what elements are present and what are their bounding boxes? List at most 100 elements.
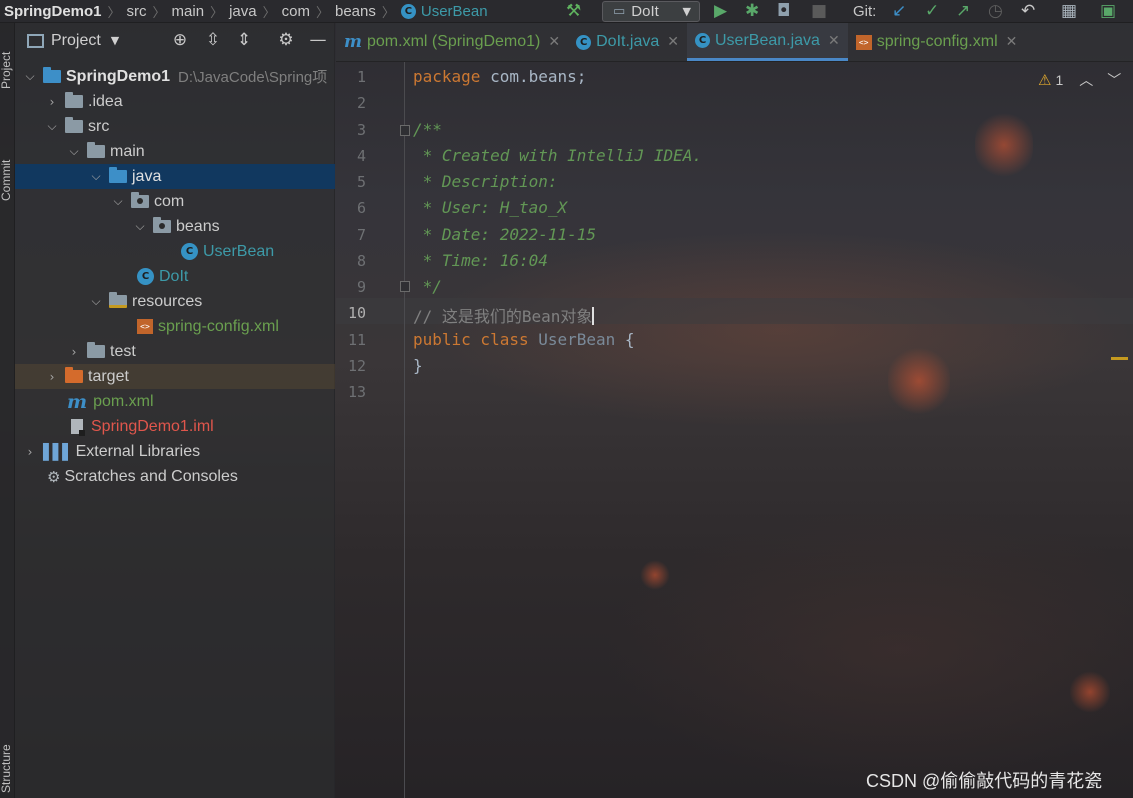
select-opened-file-icon[interactable]: ⊕ bbox=[169, 29, 191, 52]
tree-label: Scratches and Consoles bbox=[64, 467, 238, 485]
tree-item-target[interactable]: › target bbox=[15, 364, 335, 389]
line-number-gutter: 1 2 3 4 5 6 7 8 9 10 11 12 13 bbox=[336, 62, 410, 798]
code-line-11[interactable]: public class UserBean { bbox=[413, 330, 635, 349]
history-icon[interactable]: ◷ bbox=[988, 0, 1010, 23]
code-line-8[interactable]: * Time: 16:04 bbox=[413, 251, 548, 270]
tree-item-test[interactable]: › test bbox=[15, 339, 335, 364]
folder-icon bbox=[87, 142, 105, 158]
breadcrumb-com[interactable]: com bbox=[282, 3, 310, 20]
line-number: 5 bbox=[356, 173, 366, 191]
tree-item-pom[interactable]: m pom.xml bbox=[15, 389, 335, 414]
breadcrumb-beans[interactable]: beans bbox=[335, 3, 376, 20]
run-config-dropdown[interactable]: ▭ DoIt ▼ bbox=[602, 1, 700, 22]
tree-item-external-libraries[interactable]: › ▌▌▌ External Libraries bbox=[15, 439, 335, 464]
code-line-5[interactable]: * Description: bbox=[413, 172, 558, 191]
tree-item-src[interactable]: ⌵ src bbox=[15, 114, 335, 139]
chevron-down-icon[interactable]: ▼ bbox=[111, 34, 119, 47]
build-hammer-icon[interactable]: ⚒ bbox=[566, 0, 588, 23]
chevron-down-icon[interactable]: ⌵ bbox=[89, 294, 103, 309]
chevron-right-icon[interactable]: › bbox=[45, 95, 59, 109]
tree-item-java[interactable]: ⌵ java bbox=[15, 164, 335, 189]
chevron-down-icon[interactable]: ⌵ bbox=[133, 219, 147, 234]
breadcrumb-src[interactable]: src bbox=[127, 3, 147, 20]
gear-icon[interactable]: ⚙ bbox=[275, 29, 297, 52]
tab-userbean-java[interactable]: C UserBean.java ✕ bbox=[687, 23, 848, 61]
tree-item-beans[interactable]: ⌵ beans bbox=[15, 214, 335, 239]
tree-item-resources[interactable]: ⌵ resources bbox=[15, 289, 335, 314]
chevron-up-icon[interactable]: ︿ bbox=[1079, 70, 1093, 90]
fold-icon[interactable] bbox=[400, 281, 410, 292]
tree-item-idea[interactable]: › .idea bbox=[15, 89, 335, 114]
tree-root-springdemo1[interactable]: ⌵ SpringDemo1 D:\JavaCode\Spring项 bbox=[15, 64, 335, 89]
chevron-down-icon[interactable]: ⌵ bbox=[45, 119, 59, 134]
breadcrumb-separator: 〉 bbox=[381, 4, 395, 20]
source-folder-icon bbox=[109, 167, 127, 183]
line-number-current: 10 bbox=[347, 304, 366, 322]
code-line-6[interactable]: * User: H_tao_X bbox=[413, 198, 568, 217]
chevron-right-icon[interactable]: › bbox=[67, 345, 81, 359]
tree-item-com[interactable]: ⌵ com bbox=[15, 189, 335, 214]
editor-tab-bar: m pom.xml (SpringDemo1) ✕ C DoIt.java ✕ … bbox=[336, 23, 1133, 62]
folder-icon bbox=[65, 92, 83, 108]
tree-item-scratches[interactable]: ⚙ Scratches and Consoles bbox=[15, 464, 335, 489]
tree-item-doit[interactable]: C DoIt bbox=[15, 264, 335, 289]
project-structure-icon[interactable]: ▦ bbox=[1061, 0, 1085, 23]
collapse-all-icon[interactable]: ⇕ bbox=[233, 29, 255, 52]
package-icon bbox=[153, 217, 171, 233]
chevron-down-icon[interactable]: ⌵ bbox=[67, 144, 81, 159]
chevron-down-icon[interactable]: ⌵ bbox=[111, 194, 125, 209]
error-stripe-marker[interactable] bbox=[1111, 357, 1128, 360]
stop-icon[interactable]: ■ bbox=[811, 0, 831, 23]
fold-icon[interactable] bbox=[400, 125, 410, 136]
code-line-12[interactable]: } bbox=[413, 356, 423, 375]
inspection-widget[interactable]: ⚠ 1 ︿ ﹀ bbox=[1038, 70, 1121, 90]
expand-all-icon[interactable]: ⇳ bbox=[202, 29, 224, 52]
run-icon[interactable]: ▶ bbox=[714, 0, 736, 23]
code-line-1[interactable]: package com.beans; bbox=[413, 67, 586, 86]
breadcrumb-userbean[interactable]: UserBean bbox=[421, 3, 488, 20]
breadcrumb-project[interactable]: SpringDemo1 bbox=[0, 3, 102, 20]
debug-icon[interactable]: ✱ bbox=[745, 0, 767, 23]
chevron-right-icon[interactable]: › bbox=[23, 445, 37, 459]
coverage-icon[interactable]: ◘ bbox=[777, 0, 801, 23]
code-line-7[interactable]: * Date: 2022-11-15 bbox=[413, 225, 596, 244]
background-lantern bbox=[640, 560, 670, 590]
git-push-icon[interactable]: ↗ bbox=[956, 0, 978, 23]
close-icon[interactable]: ✕ bbox=[667, 34, 679, 50]
tree-label: SpringDemo1 bbox=[66, 67, 171, 85]
close-icon[interactable]: ✕ bbox=[828, 33, 840, 49]
close-icon[interactable]: ✕ bbox=[1006, 34, 1018, 50]
terminal-icon[interactable]: ▣ bbox=[1100, 0, 1124, 23]
tree-item-main[interactable]: ⌵ main bbox=[15, 139, 335, 164]
breadcrumb-separator: 〉 bbox=[315, 4, 329, 20]
warning-count: 1 bbox=[1055, 72, 1064, 88]
tab-spring-config-xml[interactable]: <> spring-config.xml ✕ bbox=[848, 23, 1026, 61]
maven-icon: m bbox=[67, 390, 88, 413]
git-commit-icon[interactable]: ✓ bbox=[925, 0, 947, 23]
chevron-right-icon[interactable]: › bbox=[45, 370, 59, 384]
project-tool-tab[interactable]: Project bbox=[0, 52, 13, 89]
line-number: 9 bbox=[356, 278, 366, 296]
code-line-9[interactable]: */ bbox=[413, 277, 442, 296]
excluded-folder-icon bbox=[65, 367, 83, 383]
hide-panel-icon[interactable]: — bbox=[307, 29, 329, 52]
code-line-4[interactable]: * Created with IntelliJ IDEA. bbox=[413, 146, 702, 165]
chevron-down-icon[interactable]: ﹀ bbox=[1107, 70, 1121, 90]
structure-tool-tab[interactable]: Structure bbox=[0, 744, 13, 793]
chevron-down-icon[interactable]: ⌵ bbox=[23, 69, 37, 84]
tab-pom-xml[interactable]: m pom.xml (SpringDemo1) ✕ bbox=[336, 23, 568, 61]
tab-doit-java[interactable]: C DoIt.java ✕ bbox=[568, 23, 687, 61]
code-line-3[interactable]: /** bbox=[413, 120, 442, 139]
breadcrumb-java[interactable]: java bbox=[229, 3, 257, 20]
tree-item-spring-config[interactable]: <> spring-config.xml bbox=[15, 314, 335, 339]
git-update-icon[interactable]: ↙ bbox=[892, 0, 914, 23]
commit-tool-tab[interactable]: Commit bbox=[0, 160, 13, 201]
chevron-down-icon[interactable]: ⌵ bbox=[89, 169, 103, 184]
close-icon[interactable]: ✕ bbox=[548, 34, 560, 50]
rollback-icon[interactable]: ↶ bbox=[1021, 0, 1043, 23]
tree-item-userbean[interactable]: C UserBean bbox=[15, 239, 335, 264]
code-line-10[interactable]: // 这是我们的Bean对象 bbox=[413, 303, 595, 327]
project-panel-title[interactable]: Project bbox=[51, 32, 101, 50]
tree-item-iml[interactable]: SpringDemo1.iml bbox=[15, 414, 335, 439]
breadcrumb-main[interactable]: main bbox=[172, 3, 205, 20]
